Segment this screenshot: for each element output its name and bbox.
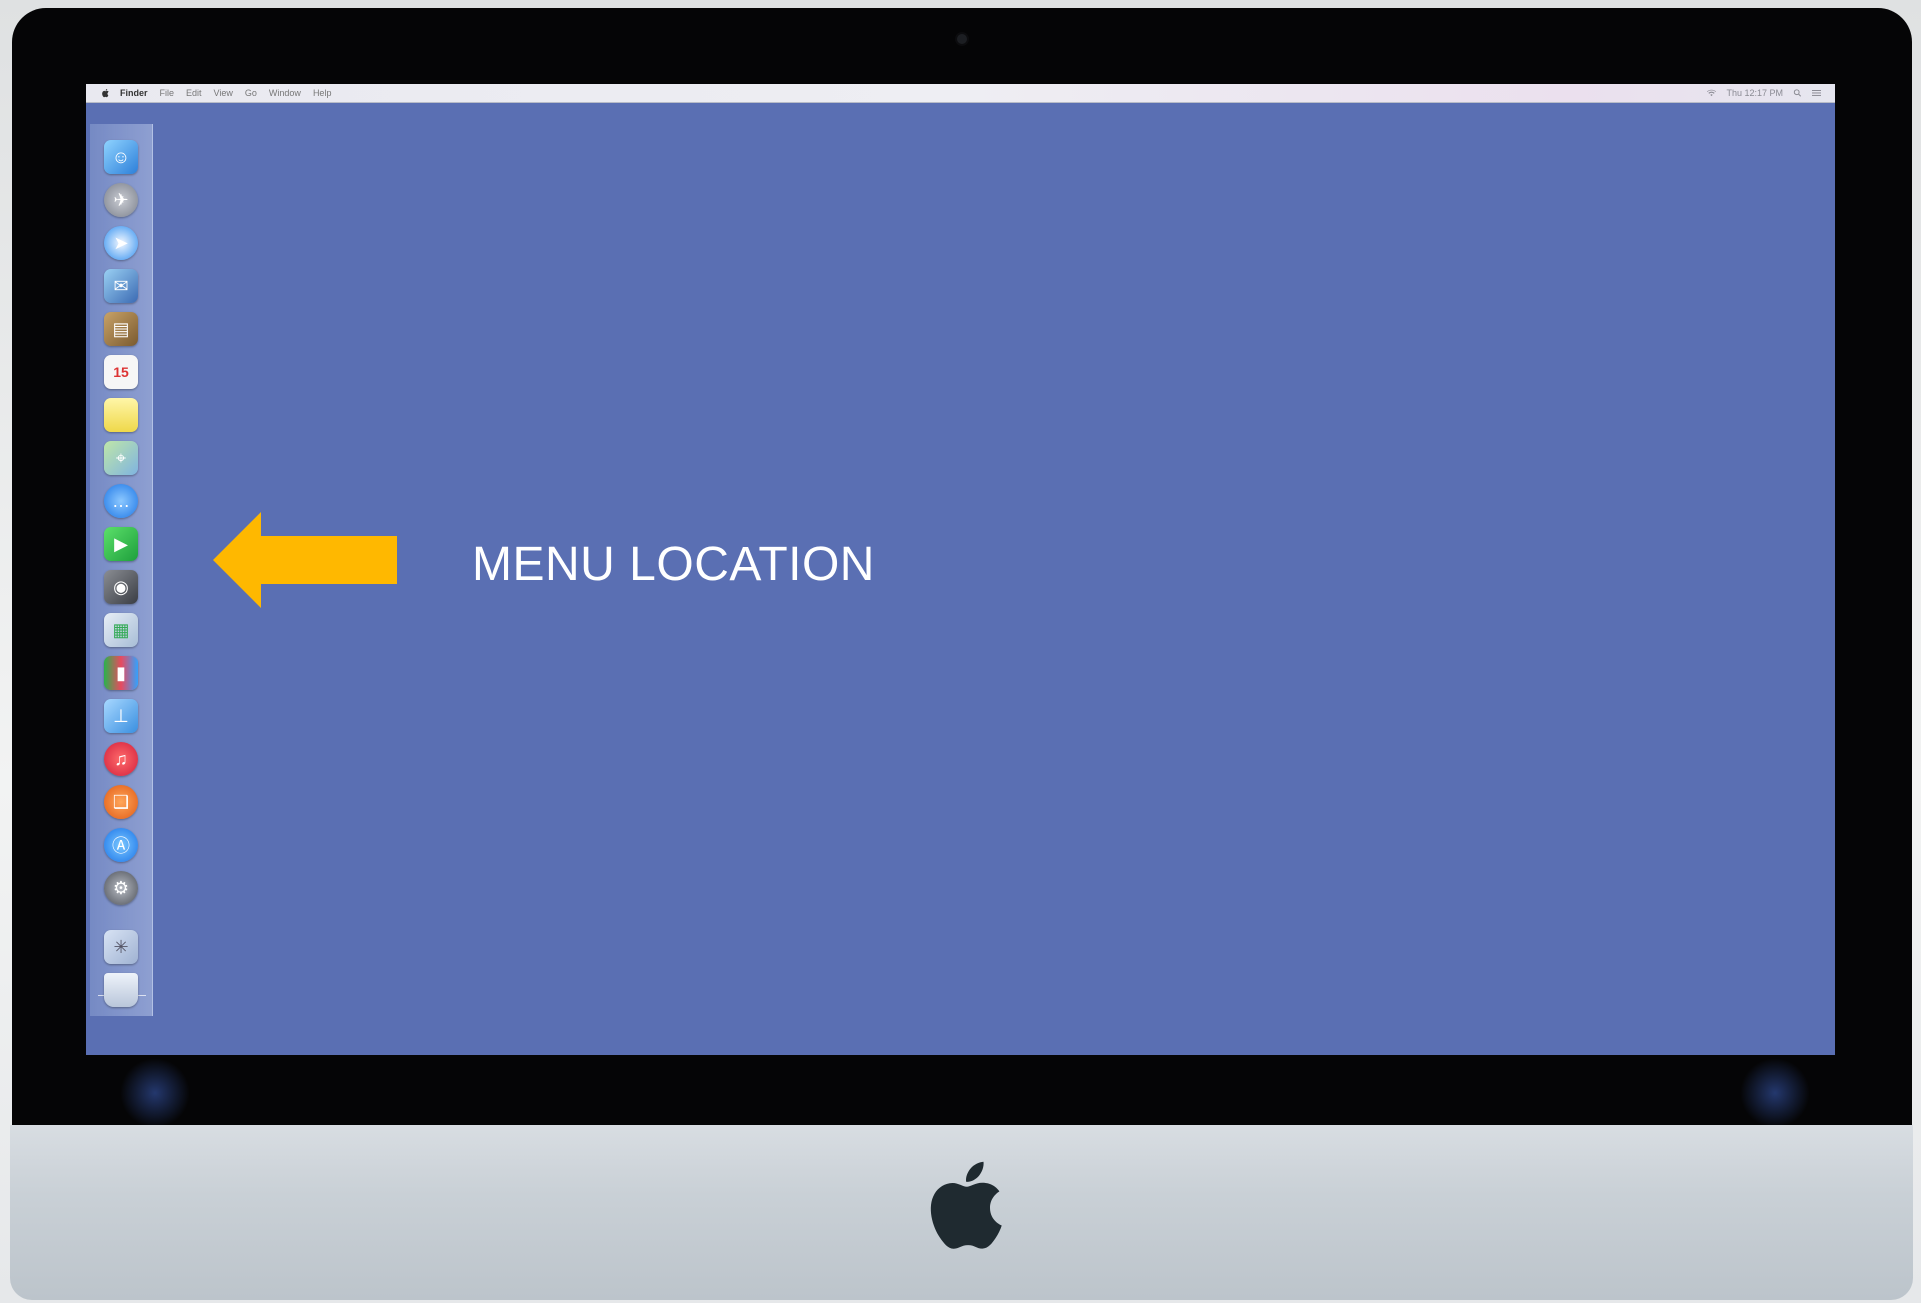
contacts-icon[interactable]: ▤ — [104, 312, 138, 346]
keynote-icon[interactable]: ⊥ — [104, 699, 138, 733]
bezel-glow — [120, 1058, 190, 1128]
left-arrow-annotation — [213, 512, 397, 608]
finder-icon[interactable]: ☺ — [104, 140, 138, 174]
launchpad-icon[interactable]: ✈ — [104, 183, 138, 217]
downloads-icon[interactable]: ✳ — [104, 930, 138, 964]
camera — [957, 34, 967, 44]
facetime-icon[interactable]: ▶ — [104, 527, 138, 561]
system-preferences-icon[interactable]: ⚙ — [104, 871, 138, 905]
trash-icon[interactable] — [104, 973, 138, 1007]
menu-view[interactable]: View — [214, 88, 233, 98]
calendar-icon[interactable]: 15 — [104, 355, 138, 389]
spotlight-search-icon[interactable] — [1793, 89, 1802, 97]
menubar-clock[interactable]: Thu 12:17 PM — [1726, 88, 1783, 98]
dock: ☺ ✈ ➤ ✉ ▤ 15 ⌖ … ▶ ◉ ▦ ▮ ⊥ ♫ ❑ Ⓐ ⚙ ✳ — [90, 124, 153, 1016]
menu-location-label: MENU LOCATION — [472, 538, 875, 591]
menu-go[interactable]: Go — [245, 88, 257, 98]
notification-center-icon[interactable] — [1812, 89, 1821, 97]
menu-help[interactable]: Help — [313, 88, 332, 98]
bezel-glow — [1740, 1058, 1810, 1128]
menu-window[interactable]: Window — [269, 88, 301, 98]
photo-booth-icon[interactable]: ◉ — [104, 570, 138, 604]
menu-edit[interactable]: Edit — [186, 88, 202, 98]
app-store-icon[interactable]: Ⓐ — [104, 828, 138, 862]
mail-icon[interactable]: ✉ — [104, 269, 138, 303]
apple-menu-icon[interactable] — [102, 88, 110, 98]
apple-logo-icon — [930, 1161, 1002, 1249]
menu-file[interactable]: File — [160, 88, 175, 98]
maps-icon[interactable]: ⌖ — [104, 441, 138, 475]
safari-icon[interactable]: ➤ — [104, 226, 138, 260]
preview-icon[interactable]: ▦ — [104, 613, 138, 647]
itunes-icon[interactable]: ♫ — [104, 742, 138, 776]
messages-icon[interactable]: … — [104, 484, 138, 518]
notes-icon[interactable] — [104, 398, 138, 432]
wifi-icon[interactable] — [1707, 89, 1717, 97]
numbers-icon[interactable]: ▮ — [104, 656, 138, 690]
menu-finder[interactable]: Finder — [120, 88, 148, 98]
ibooks-icon[interactable]: ❑ — [104, 785, 138, 819]
menu-bar: Finder File Edit View Go Window Help Thu… — [86, 84, 1835, 103]
